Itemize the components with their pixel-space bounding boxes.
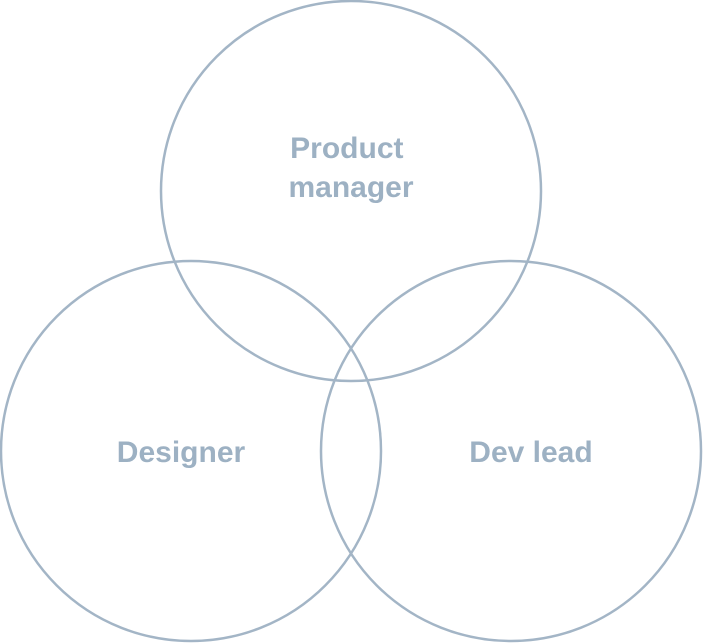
set-product-manager: Product manager — [159, 0, 543, 383]
set-designer: Designer — [0, 259, 383, 643]
venn-diagram: Product manager Designer Dev lead — [0, 0, 703, 643]
label-dev-lead-line-1: Dev lead — [469, 436, 592, 469]
set-dev-lead: Dev lead — [319, 259, 703, 643]
label-product-manager-line-2: manager — [288, 171, 413, 204]
label-designer: Designer — [117, 436, 246, 469]
label-dev-lead: Dev lead — [469, 436, 592, 469]
label-product-manager-line-1: Product — [290, 132, 403, 165]
label-designer-line-1: Designer — [117, 436, 246, 469]
label-product-manager: Product manager — [288, 132, 413, 204]
